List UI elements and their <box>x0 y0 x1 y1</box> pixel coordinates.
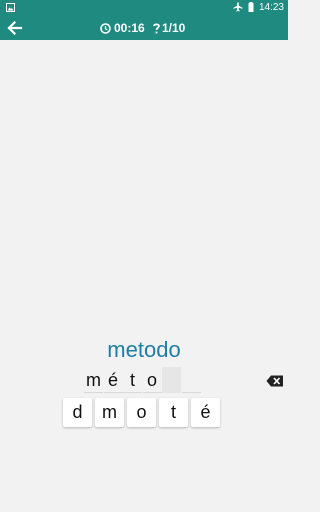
app-bar: 00:16 1/10 <box>0 16 288 40</box>
timer-value: 00:16 <box>114 21 145 35</box>
letter-tiles: d m o t é <box>63 398 220 427</box>
timer: 00:16 <box>100 16 145 40</box>
status-time: 14:23 <box>258 2 284 13</box>
answer-slot[interactable]: t <box>123 367 142 393</box>
answer-row: m é t o <box>84 367 201 393</box>
answer-slot-active[interactable] <box>162 367 181 393</box>
image-icon <box>6 3 15 12</box>
backspace-icon <box>266 375 283 387</box>
question-icon <box>153 23 160 33</box>
delete-button[interactable] <box>266 374 284 387</box>
letter-tile[interactable]: t <box>159 398 188 427</box>
answer-slot[interactable]: m <box>84 367 103 393</box>
status-icons: 14:23 <box>233 1 284 15</box>
arrow-left-icon <box>7 20 23 36</box>
battery-icon <box>248 1 254 15</box>
clock-icon <box>100 22 111 34</box>
letter-tile[interactable]: o <box>127 398 156 427</box>
back-button[interactable] <box>5 18 25 38</box>
letter-tile[interactable]: é <box>191 398 220 427</box>
letter-tile[interactable]: d <box>63 398 92 427</box>
answer-slot[interactable] <box>181 367 201 393</box>
airplane-icon <box>233 2 243 15</box>
answer-slot[interactable]: o <box>142 367 162 393</box>
answer-slot[interactable]: é <box>103 367 123 393</box>
status-bar: 14:23 <box>0 0 288 16</box>
prompt-word: metodo <box>107 337 181 362</box>
letter-tile[interactable]: m <box>95 398 124 427</box>
progress-indicator: 1/10 <box>153 16 185 40</box>
progress-value: 1/10 <box>162 21 186 35</box>
